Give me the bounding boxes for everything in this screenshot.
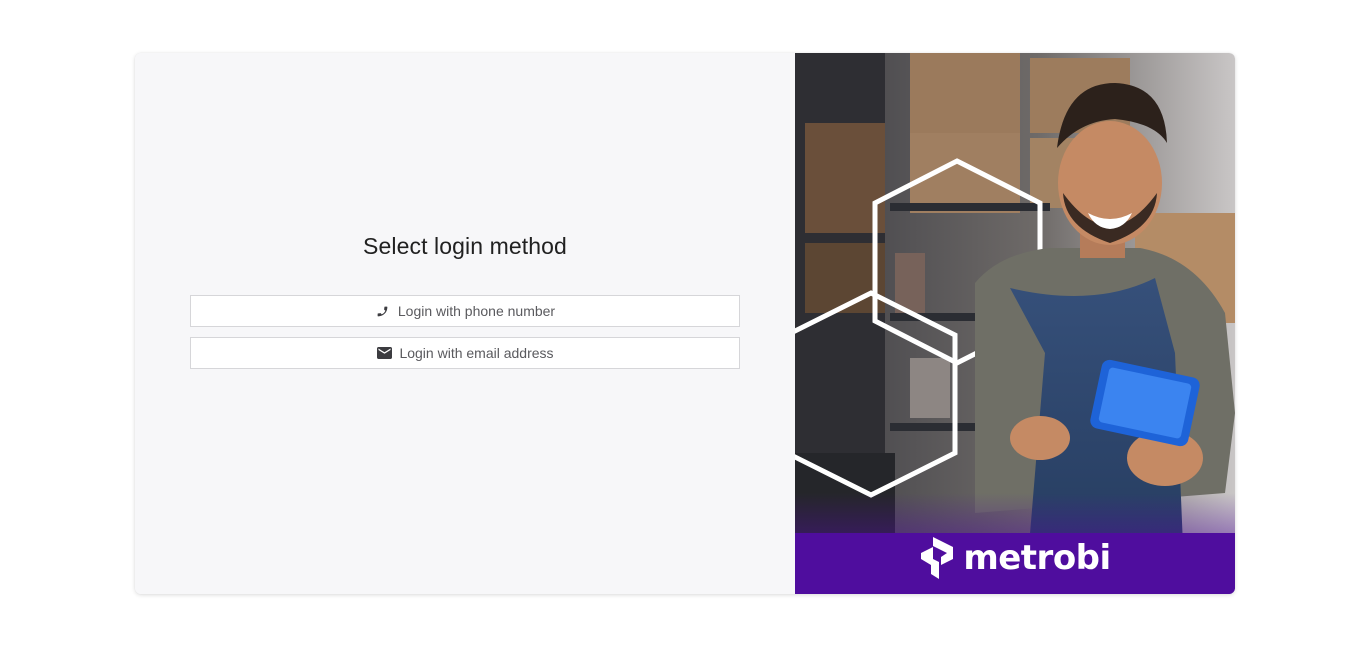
login-email-button[interactable]: Login with email address [190, 337, 740, 369]
envelope-icon [376, 346, 392, 360]
brand-name: metrobi [963, 538, 1111, 578]
brand-footer: metrobi [795, 522, 1235, 594]
phone-icon [375, 304, 391, 318]
metrobi-logo-icon [919, 537, 957, 579]
hero-image [795, 53, 1235, 594]
login-panel: Select login method Login with phone num… [135, 53, 795, 594]
page-title: Select login method [363, 233, 567, 259]
login-phone-button[interactable]: Login with phone number [190, 295, 740, 327]
hero-panel: metrobi [795, 53, 1235, 594]
login-email-label: Login with email address [399, 345, 554, 361]
login-phone-label: Login with phone number [397, 303, 556, 319]
login-card: Select login method Login with phone num… [135, 53, 1235, 594]
